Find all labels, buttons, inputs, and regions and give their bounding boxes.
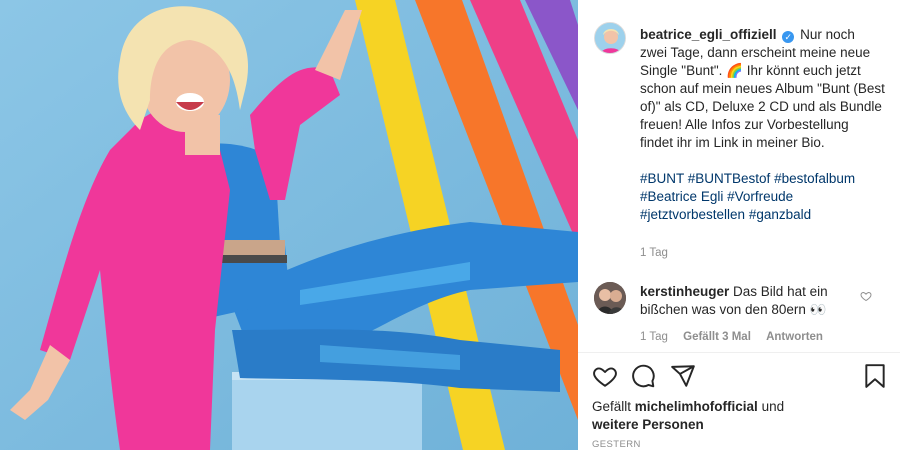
post-time[interactable]: 1 Tag — [640, 246, 668, 260]
hashtag[interactable]: #bestofalbum — [774, 171, 855, 186]
comment-time[interactable]: 1 Tag — [640, 331, 668, 343]
action-bar — [592, 363, 888, 391]
comment-likes[interactable]: Gefällt 3 Mal — [683, 331, 751, 343]
hashtag[interactable]: #Vorfreude — [727, 189, 793, 204]
photo-illustration — [0, 0, 578, 450]
post-date[interactable]: GESTERN — [592, 440, 641, 450]
hashtag[interactable]: #Beatrice — [640, 189, 697, 204]
likes-user[interactable]: michelimhofofficial — [635, 399, 758, 414]
likes-summary: Gefällt michelimhofofficial und weitere … — [592, 398, 882, 434]
hashtag[interactable]: #jetztvorbestellen — [640, 207, 745, 222]
commenter-username[interactable]: kerstinheuger — [640, 284, 729, 299]
post-photo[interactable] — [0, 0, 578, 450]
author-username[interactable]: beatrice_egli_offiziell — [640, 27, 777, 42]
seat-box — [232, 372, 422, 450]
likes-middle: und — [761, 399, 785, 414]
comment: kerstinheuger Das Bild hat ein bißchen w… — [640, 283, 855, 319]
comment-meta: 1 Tag Gefällt 3 Mal Antworten — [640, 330, 835, 344]
post-caption: beatrice_egli_offiziell ✓ Nur noch zwei … — [640, 26, 885, 224]
hashtag[interactable]: #BUNT — [640, 171, 684, 186]
heart-icon[interactable] — [592, 363, 618, 389]
hashtag[interactable]: #ganzbald — [749, 207, 811, 222]
author-avatar[interactable] — [594, 22, 626, 54]
divider — [578, 352, 900, 353]
hashtag[interactable]: #BUNTBestof — [688, 171, 771, 186]
verified-badge-icon: ✓ — [782, 31, 795, 43]
bookmark-icon[interactable] — [862, 363, 888, 389]
avatar-image — [595, 23, 625, 53]
likes-prefix: Gefällt — [592, 399, 632, 414]
commenter-avatar-image — [594, 282, 626, 314]
share-icon[interactable] — [670, 363, 696, 389]
caption-text: Nur noch zwei Tage, dann erscheint meine… — [640, 27, 885, 150]
reply-button[interactable]: Antworten — [766, 331, 823, 343]
comment-icon[interactable] — [630, 363, 656, 389]
comment-heart-icon[interactable] — [860, 290, 872, 302]
likes-others[interactable]: weitere Personen — [592, 417, 704, 432]
commenter-avatar[interactable] — [594, 282, 626, 314]
hashtag-list: #BUNT #BUNTBestof #bestofalbum #Beatrice… — [640, 170, 885, 224]
hashtag[interactable]: Egli — [701, 189, 724, 204]
